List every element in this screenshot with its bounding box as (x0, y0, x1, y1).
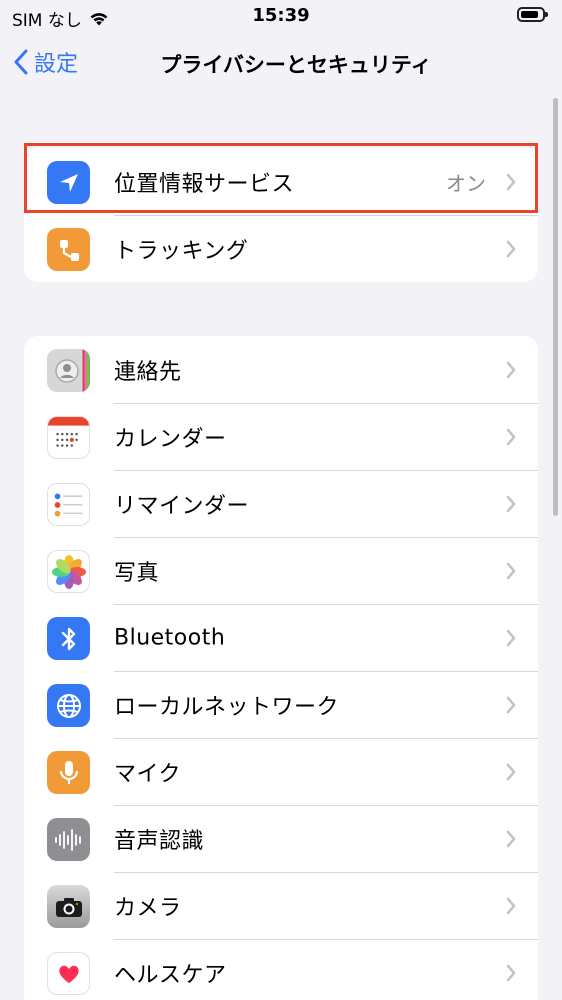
row-label: トラッキング (114, 238, 249, 264)
row-microphone[interactable]: マイク (24, 738, 538, 805)
separator (114, 215, 538, 216)
row-label: マイク (114, 761, 182, 787)
globe-icon (47, 684, 90, 727)
reminders-icon (47, 483, 90, 526)
settings-group-location: 位置情報サービス オン トラッキング (24, 148, 538, 282)
battery-icon (517, 7, 548, 22)
waveform-icon (47, 818, 90, 861)
separator (114, 537, 538, 538)
separator (114, 738, 538, 739)
row-label: カメラ (114, 895, 182, 921)
chevron-right-icon (506, 428, 516, 445)
status-time: 15:39 (252, 5, 310, 26)
row-tracking[interactable]: トラッキング (24, 215, 538, 282)
location-arrow-icon (47, 161, 90, 204)
separator (114, 403, 538, 404)
row-bluetooth[interactable]: Bluetooth (24, 604, 538, 671)
separator (114, 872, 538, 873)
row-label: 位置情報サービス (114, 171, 295, 197)
contacts-icon (47, 349, 90, 392)
separator (114, 671, 538, 672)
chevron-right-icon (506, 830, 516, 847)
separator (114, 939, 538, 940)
chevron-right-icon (506, 173, 516, 190)
row-local-network[interactable]: ローカルネットワーク (24, 671, 538, 738)
bluetooth-icon (47, 617, 90, 660)
separator (114, 805, 538, 806)
chevron-right-icon (506, 562, 516, 579)
separator (114, 604, 538, 605)
row-photos[interactable]: 写真 (24, 537, 538, 604)
row-camera[interactable]: カメラ (24, 872, 538, 939)
row-label: ローカルネットワーク (114, 694, 340, 720)
settings-group-apps: 連絡先 カレンダー リマインダー 写真 Bluetooth ローカルネットワーク… (24, 336, 538, 1000)
row-label: カレンダー (114, 426, 227, 452)
row-value: オン (446, 171, 486, 195)
camera-icon (47, 885, 90, 928)
chevron-right-icon (506, 240, 516, 257)
row-location-services[interactable]: 位置情報サービス オン (24, 148, 538, 215)
row-label: 連絡先 (114, 359, 182, 385)
row-label: ヘルスケア (114, 962, 227, 988)
chevron-right-icon (506, 696, 516, 713)
row-contacts[interactable]: 連絡先 (24, 336, 538, 403)
row-health[interactable]: ヘルスケア (24, 939, 538, 1000)
scrollbar[interactable] (553, 98, 558, 516)
row-label: リマインダー (114, 493, 250, 519)
health-heart-icon (47, 952, 90, 995)
row-reminders[interactable]: リマインダー (24, 470, 538, 537)
page-title: プライバシーとセキュリティ (160, 53, 432, 77)
row-calendar[interactable]: カレンダー (24, 403, 538, 470)
photos-icon (47, 550, 90, 593)
microphone-icon (47, 751, 90, 794)
separator (114, 470, 538, 471)
chevron-right-icon (506, 361, 516, 378)
row-label: 写真 (114, 560, 160, 586)
chevron-right-icon (506, 964, 516, 981)
chevron-right-icon (506, 897, 516, 914)
chevron-right-icon (506, 763, 516, 780)
status-bar: SIM なし 15:39 (0, 0, 562, 34)
row-speech-recognition[interactable]: 音声認識 (24, 805, 538, 872)
chevron-right-icon (506, 629, 516, 646)
tracking-icon (47, 228, 90, 271)
row-label: 音声認識 (114, 828, 205, 854)
navigation-bar: 設定 プライバシーとセキュリティ (0, 40, 562, 90)
row-label: Bluetooth (114, 625, 226, 650)
calendar-icon (47, 416, 90, 459)
chevron-right-icon (506, 495, 516, 512)
